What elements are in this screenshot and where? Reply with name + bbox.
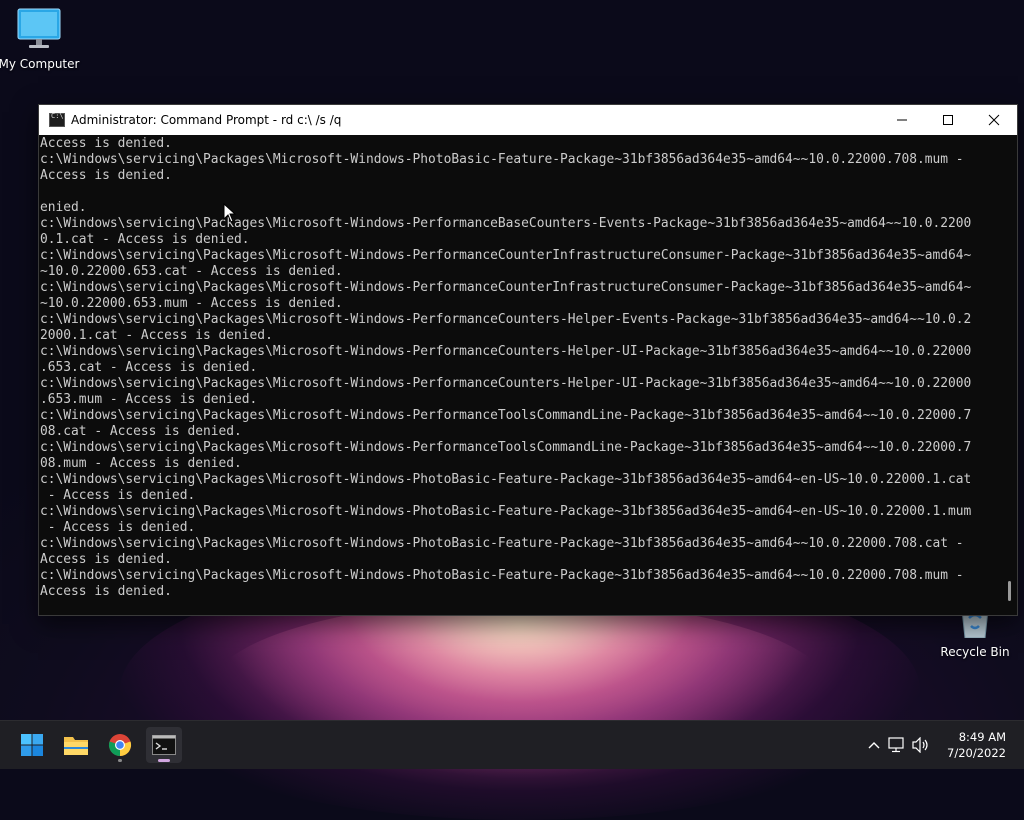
start-button[interactable] [14, 727, 50, 763]
console-line: - Access is denied. [40, 520, 196, 535]
scrollbar-thumb[interactable] [1008, 581, 1011, 601]
console-line: .653.cat - Access is denied. [40, 360, 258, 375]
desktop-icon-label: My Computer [0, 57, 80, 71]
file-explorer-button[interactable] [58, 727, 94, 763]
clock-date: 7/20/2022 [947, 746, 1006, 760]
close-icon [988, 114, 1000, 126]
chrome-icon [108, 734, 132, 757]
window-title: Administrator: Command Prompt - rd c:\ /… [71, 113, 342, 127]
show-hidden-icons-button[interactable] [864, 741, 884, 749]
maximize-icon [943, 115, 953, 125]
console-line: c:\Windows\servicing\Packages\Microsoft-… [40, 536, 964, 551]
console-line: ~10.0.22000.653.mum - Access is denied. [40, 296, 343, 311]
console-line: c:\Windows\servicing\Packages\Microsoft-… [40, 344, 972, 359]
active-indicator [158, 759, 170, 762]
console-line: c:\Windows\servicing\Packages\Microsoft-… [40, 152, 964, 167]
console-line: 08.cat - Access is denied. [40, 424, 242, 439]
command-prompt-window[interactable]: Administrator: Command Prompt - rd c:\ /… [38, 104, 1018, 616]
desktop-icon-label: Recycle Bin [940, 645, 1010, 659]
console-line: Access is denied. [40, 552, 172, 567]
console-line: c:\Windows\servicing\Packages\Microsoft-… [40, 472, 972, 487]
console-line: 0.1.cat - Access is denied. [40, 232, 250, 247]
console-line: ~10.0.22000.653.cat - Access is denied. [40, 264, 343, 279]
console-line: c:\Windows\servicing\Packages\Microsoft-… [40, 216, 972, 231]
clock-time: 8:49 AM [958, 730, 1006, 744]
network-button[interactable] [884, 737, 910, 753]
chevron-up-icon [868, 742, 880, 749]
window-titlebar[interactable]: Administrator: Command Prompt - rd c:\ /… [39, 105, 1017, 135]
volume-icon [912, 737, 928, 753]
console-line: .653.mum - Access is denied. [40, 392, 258, 407]
console-line: Access is denied. [40, 168, 172, 183]
console-line: Access is denied. [40, 584, 172, 599]
taskbar-clock[interactable]: 8:49 AM 7/20/2022 [947, 729, 1006, 761]
system-tray [864, 721, 932, 769]
command-prompt-icon [49, 112, 65, 127]
console-output[interactable]: Access is denied. c:\Windows\servicing\Pa… [39, 135, 1001, 615]
console-line: 08.mum - Access is denied. [40, 456, 242, 471]
console-line: c:\Windows\servicing\Packages\Microsoft-… [40, 312, 972, 327]
terminal-icon [152, 735, 176, 755]
console-line: c:\Windows\servicing\Packages\Microsoft-… [40, 376, 972, 391]
monitor-icon [0, 8, 82, 53]
desktop-icon-my-computer[interactable]: My Computer [0, 8, 82, 71]
minimize-button[interactable] [879, 105, 925, 135]
folder-icon [64, 737, 88, 755]
console-line: enied. [40, 200, 87, 215]
vertical-scrollbar[interactable] [1001, 135, 1017, 615]
command-prompt-button[interactable] [146, 727, 182, 763]
minimize-icon [897, 119, 907, 121]
console-line: c:\Windows\servicing\Packages\Microsoft-… [40, 504, 972, 519]
mouse-pointer-icon [223, 203, 237, 223]
close-button[interactable] [971, 105, 1017, 135]
console-line: 2000.1.cat - Access is denied. [40, 328, 273, 343]
chrome-button[interactable] [102, 727, 138, 763]
console-line: c:\Windows\servicing\Packages\Microsoft-… [40, 568, 964, 583]
console-line: c:\Windows\servicing\Packages\Microsoft-… [40, 280, 972, 295]
taskbar: 8:49 AM 7/20/2022 [0, 720, 1024, 769]
console-line: c:\Windows\servicing\Packages\Microsoft-… [40, 440, 972, 455]
console-line: c:\Windows\servicing\Packages\Microsoft-… [40, 408, 972, 423]
windows-logo-icon [21, 734, 43, 756]
running-indicator [118, 759, 122, 762]
console-line: c:\Windows\servicing\Packages\Microsoft-… [40, 248, 972, 263]
console-line: Access is denied. [40, 136, 172, 151]
volume-button[interactable] [910, 737, 932, 753]
console-line: - Access is denied. [40, 488, 196, 503]
maximize-button[interactable] [925, 105, 971, 135]
network-icon [888, 737, 904, 753]
